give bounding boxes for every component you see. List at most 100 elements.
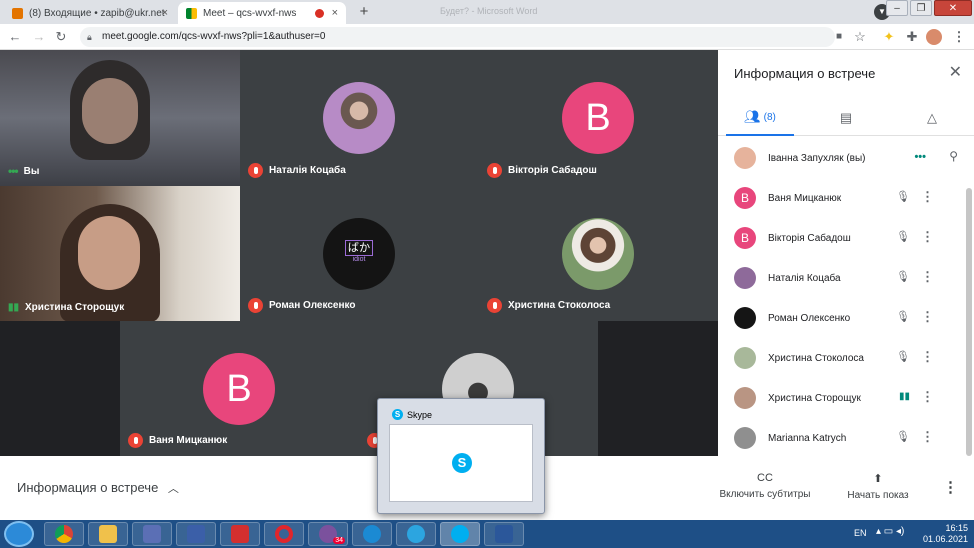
participant-tile-khrystyna-st[interactable]: Христина Стоколоса (479, 186, 718, 321)
taskbar-word[interactable] (484, 522, 524, 546)
more-options-icon[interactable]: ⋮ (921, 189, 934, 205)
participant-name: Христина Стоколоса (768, 352, 864, 364)
language-indicator[interactable]: EN (854, 528, 867, 538)
participant-tile-khrystyna-s[interactable]: ▮▮ Христина Сторощук (0, 186, 240, 321)
captions-label: Включить субтитры (719, 489, 811, 500)
taskbar-pdf[interactable] (220, 522, 260, 546)
start-button[interactable] (4, 521, 34, 547)
tab-mail[interactable]: (8) Входящие • zapib@ukr.net × (4, 2, 176, 24)
list-item[interactable]: В Ваня Мицканюк 🎙︎ ⋮ (718, 178, 968, 218)
forward-icon[interactable]: → (30, 28, 48, 46)
taskbar-viber[interactable]: 34 (308, 522, 348, 546)
more-options-icon[interactable]: ⋮ (921, 429, 934, 445)
chevron-up-icon: ︿ (167, 483, 179, 495)
participant-name: Наталія Коцаба (768, 272, 841, 284)
back-icon[interactable]: ← (6, 28, 24, 46)
bookmark-star-icon[interactable]: ☆ (851, 28, 869, 46)
list-item[interactable]: Наталія Коцаба 🎙︎ ⋮ (718, 258, 968, 298)
taskbar-telegram[interactable] (396, 522, 436, 546)
taskbar-chrome[interactable] (44, 522, 84, 546)
pin-icon[interactable]: ⚲ (949, 149, 958, 163)
taskbar-app[interactable] (132, 522, 172, 546)
clock[interactable]: 16:15 01.06.2021 (923, 523, 968, 545)
reload-icon[interactable]: ↻ (52, 28, 70, 46)
participant-avatar (734, 347, 756, 369)
list-item[interactable]: Іванна Запухляк (вы) ••• ⚲ (718, 138, 968, 178)
meeting-info-label: Информация о встрече (17, 480, 159, 495)
browser-menu-icon[interactable]: ⋮ (950, 28, 968, 46)
more-options-icon[interactable]: ⋮ (921, 229, 934, 245)
extensions-puzzle-icon[interactable]: ✚ (903, 28, 921, 46)
profile-avatar[interactable] (926, 29, 942, 45)
lock-icon: 🔒︎ (87, 32, 92, 42)
tile-name-text: Христина Сторощук (25, 302, 125, 313)
self-video-face (82, 78, 138, 144)
panel-scrollbar[interactable] (966, 188, 972, 456)
present-button[interactable]: ⬆ Начать показ (842, 472, 914, 501)
chat-icon: ▤ (839, 110, 853, 125)
tray-icons[interactable]: ▴ ▭ ◂) (876, 526, 904, 537)
close-panel-icon[interactable]: ✕ (949, 62, 962, 82)
taskbar-opera[interactable] (264, 522, 304, 546)
skype-preview-thumbnail[interactable]: S (389, 424, 533, 502)
more-options-icon[interactable]: ••• (8, 164, 19, 178)
address-bar[interactable]: 🔒︎ meet.google.com/qcs-wvxf-nws?pli=1&au… (80, 27, 835, 47)
minimize-button[interactable]: – (886, 0, 908, 16)
meeting-info-toggle[interactable]: Информация о встрече ︿ (17, 480, 179, 496)
participant-avatar (734, 427, 756, 449)
extension-icon[interactable]: ✦ (880, 28, 898, 46)
tile-name: Наталія Коцаба (248, 163, 346, 178)
tab-chat[interactable]: ▤ (812, 100, 880, 136)
participant-photo (562, 218, 634, 290)
more-options-icon[interactable]: ⋮ (921, 269, 934, 285)
tab-close-icon[interactable]: × (332, 7, 338, 19)
tab-close-icon[interactable]: × (162, 7, 168, 19)
more-options-icon[interactable]: ⋮ (921, 389, 934, 405)
speaking-indicator-icon: ▮▮ (898, 391, 910, 402)
tile-name: ••• Вы (8, 164, 39, 178)
camera-icon[interactable]: ■ (830, 28, 848, 46)
viber-badge: 34 (333, 537, 345, 544)
taskbar-skype[interactable] (440, 522, 480, 546)
close-window-button[interactable]: ✕ (934, 0, 972, 16)
floppy-icon (187, 525, 205, 543)
present-icon: ⬆ (873, 473, 883, 485)
tab-meet[interactable]: Meet – qcs-wvxf-nws × (178, 2, 346, 24)
taskbar-explorer[interactable] (88, 522, 128, 546)
participant-name: Христина Сторощук (768, 392, 861, 404)
skype-taskbar-preview[interactable]: S Skype S (377, 398, 545, 514)
tab-people[interactable]: 👥︎ (8) (726, 100, 794, 136)
participant-tile-natalia[interactable]: Наталія Коцаба (240, 50, 479, 186)
list-item[interactable]: Роман Олексенко 🎙︎ ⋮ (718, 298, 968, 338)
mic-off-icon: 🎙︎ (896, 231, 910, 243)
list-item[interactable]: Христина Стоколоса 🎙︎ ⋮ (718, 338, 968, 378)
more-options-icon[interactable]: ⋮ (943, 478, 958, 496)
tile-name-text: Наталія Коцаба (269, 165, 346, 176)
participant-name: Ваня Мицканюк (768, 192, 842, 204)
maximize-button[interactable]: ❐ (910, 0, 932, 16)
new-tab-button[interactable]: + (355, 3, 373, 21)
list-item[interactable]: Христина Сторощук ▮▮ ⋮ (718, 378, 968, 418)
captions-button[interactable]: CC Включить субтитры (716, 472, 814, 500)
taskbar-edge[interactable] (352, 522, 392, 546)
mic-off-icon: 🎙︎ (896, 431, 910, 443)
people-icon: 👥︎ (744, 109, 761, 124)
more-options-icon[interactable]: ⋮ (921, 309, 934, 325)
opera-icon (275, 525, 293, 543)
participant-avatar (734, 307, 756, 329)
participant-tile-roman[interactable]: ばか idiot Роман Олексенко (240, 186, 479, 321)
tile-name-text: Христина Стоколоса (508, 300, 611, 311)
more-options-icon[interactable]: ••• (914, 151, 926, 163)
skype-title-text: Skype (407, 409, 433, 420)
more-options-icon[interactable]: ⋮ (921, 349, 934, 365)
taskbar-save[interactable] (176, 522, 216, 546)
tab-meet-title: Meet – qcs-wvxf-nws (203, 7, 297, 19)
app-icon (143, 525, 161, 543)
participant-tile-self[interactable]: ••• Вы (0, 50, 240, 186)
participant-tile-vanya[interactable]: В Ваня Мицканюк (120, 321, 359, 456)
participant-tile-viktoria[interactable]: В Вікторія Сабадош (479, 50, 718, 186)
browser-toolbar: ← → ↻ 🔒︎ meet.google.com/qcs-wvxf-nws?pl… (0, 24, 974, 50)
list-item[interactable]: В Вікторія Сабадош 🎙︎ ⋮ (718, 218, 968, 258)
tab-activities[interactable]: △ (898, 100, 966, 136)
list-item[interactable]: Marianna Katrych 🎙︎ ⋮ (718, 418, 968, 458)
